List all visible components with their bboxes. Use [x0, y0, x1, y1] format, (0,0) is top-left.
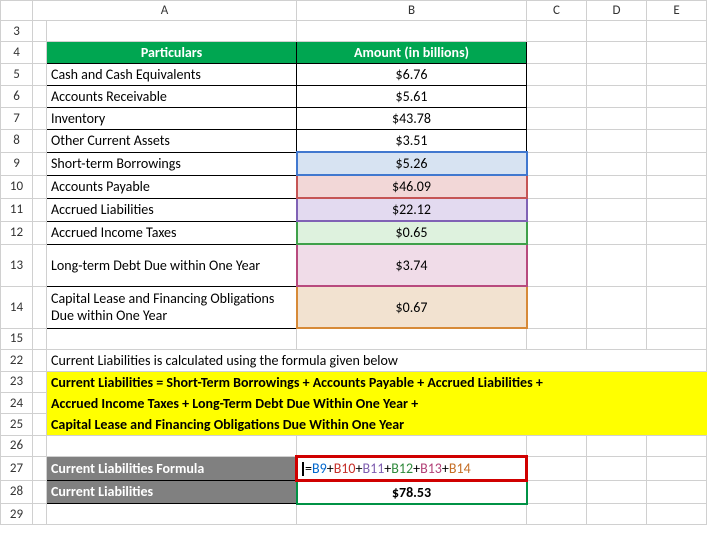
row-header[interactable]: 5 [1, 64, 33, 86]
cell-value[interactable]: $5.61 [297, 86, 527, 108]
formula-text-2: Accrued Income Taxes + Long-Term Debt Du… [47, 393, 707, 414]
row-header[interactable]: 9 [1, 152, 33, 175]
row-header[interactable]: 26 [1, 435, 33, 456]
cell-value-b14[interactable]: $0.67 [297, 286, 527, 328]
ref-b11: B11 [362, 460, 384, 477]
row-header[interactable]: 29 [1, 504, 33, 525]
row-header[interactable]: 12 [1, 221, 33, 244]
row-header[interactable]: 13 [1, 244, 33, 286]
row-header[interactable]: 6 [1, 86, 33, 108]
row-header[interactable]: 14 [1, 286, 33, 328]
col-header-b[interactable]: B [297, 1, 527, 21]
formula-label: Current Liabilities Formula [47, 456, 297, 480]
cell-label[interactable]: Capital Lease and Financing Obligations … [47, 286, 297, 328]
col-header-a[interactable]: A [33, 1, 297, 21]
col-header-e[interactable]: E [647, 1, 707, 21]
cell-value-b12[interactable]: $0.65 [297, 221, 527, 244]
cell-value-b11[interactable]: $22.12 [297, 198, 527, 221]
ref-b10: B10 [334, 460, 356, 477]
cursor-box [302, 462, 304, 476]
cell-label[interactable]: Cash and Cash Equivalents [47, 64, 297, 86]
cell-label[interactable]: Other Current Assets [47, 130, 297, 153]
note-text: Current Liabilities is calculated using … [47, 349, 707, 371]
cell-value[interactable]: $6.76 [297, 64, 527, 86]
corner-cell [1, 1, 33, 21]
row-header[interactable]: 11 [1, 198, 33, 221]
row-header[interactable]: 15 [1, 328, 33, 349]
row-header[interactable]: 3 [1, 21, 33, 42]
col-header-d[interactable]: D [587, 1, 647, 21]
cell-value[interactable]: $43.78 [297, 108, 527, 130]
header-amount: Amount (in billions) [297, 42, 527, 64]
ref-b12: B12 [391, 460, 413, 477]
header-particulars: Particulars [47, 42, 297, 64]
row-header[interactable]: 27 [1, 456, 33, 480]
ref-b13: B13 [420, 460, 442, 477]
formula-cell[interactable]: =B9+B10+B11+B12+B13+B14 [297, 456, 527, 480]
cell-value[interactable]: $3.51 [297, 130, 527, 153]
cell-label[interactable]: Accounts Receivable [47, 86, 297, 108]
cell-label[interactable]: Accrued Income Taxes [47, 221, 297, 244]
column-header-row: A B C D E [1, 1, 707, 21]
row-header[interactable]: 7 [1, 108, 33, 130]
row-header[interactable]: 4 [1, 42, 33, 64]
row-header[interactable]: 25 [1, 414, 33, 436]
col-header-c[interactable]: C [527, 1, 587, 21]
cell-label[interactable]: Accounts Payable [47, 175, 297, 198]
ref-b14: B14 [449, 460, 471, 477]
row-header[interactable]: 10 [1, 175, 33, 198]
row-header[interactable]: 8 [1, 130, 33, 153]
cell-label[interactable]: Inventory [47, 108, 297, 130]
cell-label[interactable]: Accrued Liabilities [47, 198, 297, 221]
value-label: Current Liabilities [47, 480, 297, 504]
formula-text-3: Capital Lease and Financing Obligations … [47, 414, 707, 436]
cell-value-b13[interactable]: $3.74 [297, 244, 527, 286]
cell-value-b9[interactable]: $5.26 [297, 152, 527, 175]
cell-label[interactable]: Short-term Borrowings [47, 152, 297, 175]
result-value[interactable]: $78.53 [297, 480, 527, 504]
row-header[interactable]: 22 [1, 349, 33, 371]
row-header[interactable]: 28 [1, 480, 33, 504]
row-header[interactable]: 24 [1, 393, 33, 414]
formula-text-1: Current Liabilities = Short-Term Borrowi… [47, 371, 707, 393]
ref-b9: B9 [312, 460, 327, 477]
spreadsheet-grid[interactable]: A B C D E 3 4 Particulars Amount (in bil… [0, 0, 707, 525]
cell-label[interactable]: Long-term Debt Due within One Year [47, 244, 297, 286]
row-header[interactable]: 23 [1, 371, 33, 393]
cell-value-b10[interactable]: $46.09 [297, 175, 527, 198]
